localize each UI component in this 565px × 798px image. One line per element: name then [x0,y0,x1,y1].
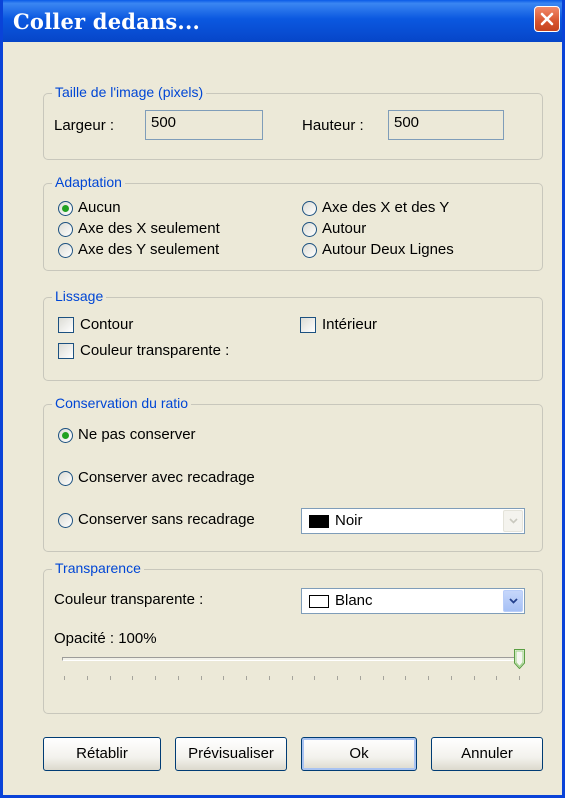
transparence-color-value: Blanc [335,592,373,609]
radio-autour-deux-lignes-label: Autour Deux Lignes [322,241,454,258]
group-transparence: Transparence Couleur transparente : Blan… [43,560,543,714]
radio-axe-xy[interactable] [302,201,317,216]
radio-conserver-avec-recadrage-label: Conserver avec recadrage [78,469,255,486]
radio-axe-y-label: Axe des Y seulement [78,241,220,258]
radio-axe-y[interactable] [58,243,73,258]
chevron-down-icon [509,598,518,604]
slider-tick [405,676,406,680]
slider-tick [64,676,65,680]
slider-tick [314,676,315,680]
slider-tick [337,676,338,680]
group-taille-image: Taille de l'image (pixels) Largeur : 500… [43,84,543,160]
slider-tick [496,676,497,680]
slider-tick [87,676,88,680]
slider-tick [110,676,111,680]
ratio-color-dropdown-arrow[interactable] [503,510,523,532]
hauteur-label: Hauteur : [302,117,364,134]
close-icon [540,12,554,26]
title-bar[interactable]: Coller dedans... [3,0,562,42]
slider-tick [451,676,452,680]
transparence-color-select[interactable]: Blanc [301,588,525,614]
largeur-label: Largeur : [54,117,115,134]
retablir-button[interactable]: Rétablir [43,737,161,771]
ratio-color-select[interactable]: Noir [301,508,525,534]
slider-tick [155,676,156,680]
radio-ne-pas-conserver[interactable] [58,428,73,443]
group-adaptation: Adaptation Aucun Axe des X seulement Axe… [43,174,543,271]
radio-autour-deux-lignes[interactable] [302,243,317,258]
dialog-window: Coller dedans... Taille de l'image (pixe… [0,0,565,798]
slider-tick [383,676,384,680]
group-transparence-legend: Transparence [52,560,144,576]
slider-tick [428,676,429,680]
color-swatch [309,595,329,608]
ratio-color-value: Noir [335,512,363,529]
largeur-field[interactable]: 500 [145,110,263,140]
group-lissage-legend: Lissage [52,288,107,304]
radio-axe-x[interactable] [58,222,73,237]
slider-tick [360,676,361,680]
slider-tick [246,676,247,680]
slider-tick [519,676,520,680]
slider-tick [474,676,475,680]
radio-conserver-avec-recadrage[interactable] [58,471,73,486]
radio-conserver-sans-recadrage[interactable] [58,513,73,528]
radio-autour-label: Autour [322,220,367,237]
checkbox-interieur[interactable] [300,317,316,333]
radio-axe-xy-label: Axe des X et des Y [322,199,450,216]
slider-tick [292,676,293,680]
slider-tick [178,676,179,680]
opacity-slider-track[interactable] [62,657,520,661]
slider-tick [201,676,202,680]
opacity-slider-thumb[interactable] [514,649,525,669]
slider-tick [269,676,270,680]
group-adaptation-legend: Adaptation [52,174,125,190]
radio-axe-x-label: Axe des X seulement [78,220,220,237]
color-swatch [309,515,329,528]
window-title: Coller dedans... [13,9,200,34]
chevron-down-icon [509,518,518,524]
checkbox-interieur-label: Intérieur [322,316,378,333]
group-taille-legend: Taille de l'image (pixels) [52,84,207,100]
annuler-button[interactable]: Annuler [431,737,543,771]
checkbox-contour[interactable] [58,317,74,333]
couleur-transparente-label: Couleur transparente : [54,591,204,608]
transparence-color-dropdown-arrow[interactable] [503,590,523,612]
radio-ne-pas-conserver-label: Ne pas conserver [78,426,196,443]
ok-button[interactable]: Ok [301,737,417,771]
hauteur-field[interactable]: 500 [388,110,504,140]
checkbox-couleur-transparente-label: Couleur transparente : [80,342,230,359]
close-button[interactable] [534,6,560,32]
radio-aucun[interactable] [58,201,73,216]
group-lissage: Lissage Contour Intérieur Couleur transp… [43,288,543,381]
opacite-label: Opacité : 100% [54,630,157,647]
radio-aucun-label: Aucun [78,199,121,216]
group-ratio-legend: Conservation du ratio [52,395,192,411]
group-conservation-ratio: Conservation du ratio Ne pas conserver C… [43,395,543,552]
checkbox-contour-label: Contour [80,316,134,333]
radio-conserver-sans-recadrage-label: Conserver sans recadrage [78,511,255,528]
slider-tick [223,676,224,680]
checkbox-couleur-transparente[interactable] [58,343,74,359]
slider-tick [132,676,133,680]
previsualiser-button[interactable]: Prévisualiser [175,737,287,771]
radio-autour[interactable] [302,222,317,237]
